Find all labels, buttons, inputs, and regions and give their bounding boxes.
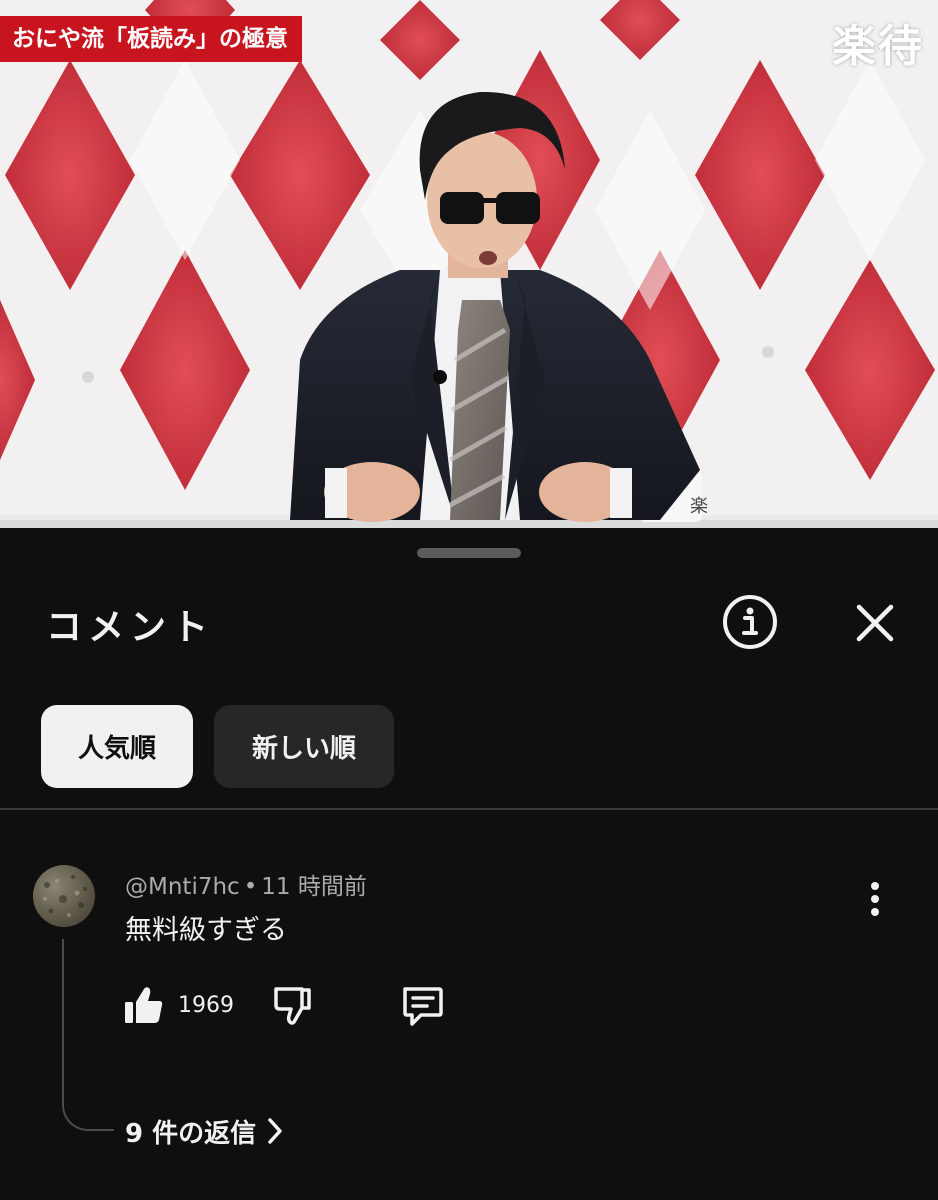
dislike-button[interactable] bbox=[270, 982, 316, 1028]
more-button[interactable] bbox=[852, 876, 898, 922]
comment-author[interactable]: @Mnti7hc bbox=[125, 874, 240, 900]
comment-text: 無料級すぎる bbox=[125, 915, 287, 946]
avatar[interactable] bbox=[33, 865, 95, 927]
like-button[interactable]: 1969 bbox=[122, 980, 234, 1030]
comment-meta: @Mnti7hc • 11 時間前 bbox=[125, 867, 367, 901]
avatar-image bbox=[43, 875, 87, 917]
sort-chip-popular[interactable]: 人気順 bbox=[41, 705, 193, 788]
meta-separator: • bbox=[243, 874, 258, 900]
reply-button[interactable] bbox=[398, 982, 446, 1030]
video-frame: 楽 bbox=[0, 0, 938, 528]
comment-time: 11 時間前 bbox=[261, 874, 367, 900]
comments-title: コメント bbox=[46, 607, 215, 648]
reply-icon bbox=[403, 987, 443, 1026]
drag-handle[interactable] bbox=[417, 548, 521, 558]
mug-label: 楽 bbox=[690, 496, 708, 517]
video-title-banner: おにや流「板読み」の極意 bbox=[0, 16, 302, 62]
info-icon bbox=[723, 595, 777, 649]
sort-chip-newest[interactable]: 新しい順 bbox=[214, 705, 394, 788]
thumbs-up-icon bbox=[125, 987, 163, 1023]
close-icon bbox=[856, 604, 894, 642]
close-button[interactable] bbox=[848, 596, 902, 650]
info-button[interactable] bbox=[718, 590, 782, 654]
like-count: 1969 bbox=[178, 992, 234, 1018]
comments-sheet: コメント 人気順 新しい順 @Mnti7hc • 11 時間前 無料級すぎる 1… bbox=[0, 528, 938, 1200]
chevron-right-icon bbox=[268, 1118, 282, 1144]
replies-link[interactable]: 9 件の返信 bbox=[125, 1111, 284, 1151]
replies-label: 9 件の返信 bbox=[125, 1118, 257, 1149]
divider bbox=[0, 808, 938, 810]
channel-logo: 楽待 bbox=[832, 21, 924, 72]
more-vertical-icon bbox=[871, 882, 879, 916]
video-player[interactable]: 楽 おにや流「板読み」の極意 楽待 bbox=[0, 0, 938, 528]
thread-line bbox=[62, 939, 114, 1131]
thumbs-down-icon bbox=[274, 987, 311, 1025]
